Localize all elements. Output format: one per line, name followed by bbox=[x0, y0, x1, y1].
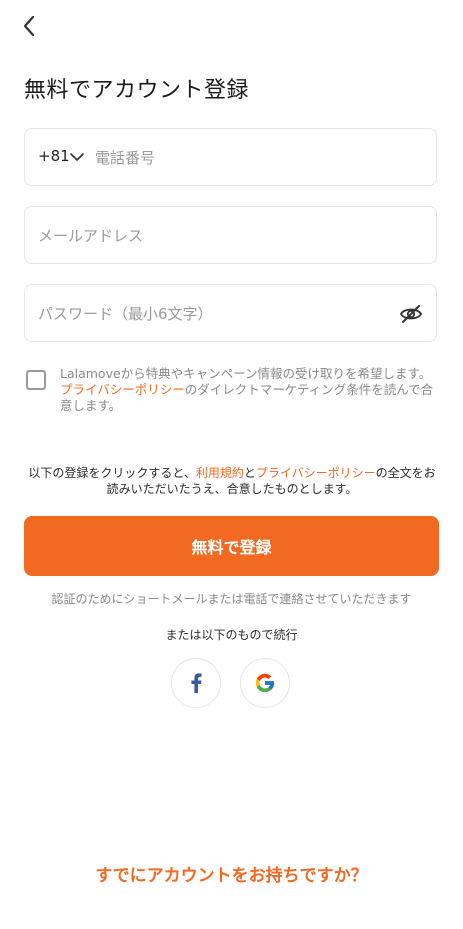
phone-field[interactable]: +81 電話番号 bbox=[24, 128, 437, 186]
email-field[interactable]: メールアドレス bbox=[24, 206, 437, 264]
terms-and: と bbox=[243, 466, 256, 480]
eye-off-icon[interactable] bbox=[399, 303, 423, 325]
password-placeholder: パスワード（最小6文字） bbox=[38, 305, 213, 323]
google-icon bbox=[255, 673, 275, 693]
chevron-down-icon[interactable] bbox=[69, 149, 85, 165]
consent-privacy-link[interactable]: プライバシーポリシー bbox=[60, 382, 185, 397]
terms-of-use-link[interactable]: 利用規約 bbox=[196, 466, 244, 480]
phone-placeholder: 電話番号 bbox=[95, 149, 156, 167]
facebook-login-button[interactable] bbox=[171, 658, 221, 708]
back-button[interactable] bbox=[18, 12, 42, 40]
back-arrow-icon bbox=[23, 15, 35, 37]
facebook-icon bbox=[191, 673, 202, 693]
google-login-button[interactable] bbox=[240, 658, 290, 708]
consent-text-1: Lalamoveから特典やキャンペーン情報の受け取りを希望します。 bbox=[60, 366, 432, 381]
country-code[interactable]: +81 bbox=[38, 147, 70, 165]
marketing-consent-checkbox[interactable] bbox=[26, 370, 46, 390]
terms-notice: 以下の登録をクリックすると、利用規約とプライバシーポリシーの全文をお読みいただい… bbox=[24, 465, 440, 497]
existing-account-link[interactable]: すでにアカウントをお持ちですか？ bbox=[0, 861, 463, 886]
terms-prefix: 以下の登録をクリックすると、 bbox=[28, 466, 196, 480]
signup-button[interactable]: 無料で登録 bbox=[24, 516, 439, 576]
page-title: 無料でアカウント登録 bbox=[24, 78, 250, 103]
terms-privacy-link[interactable]: プライバシーポリシー bbox=[256, 466, 376, 480]
sms-verification-note: 認証のためにショートメールまたは電話で連絡させていただきます bbox=[51, 592, 412, 606]
social-login-heading: または以下のもので続行 bbox=[165, 628, 298, 642]
password-field[interactable]: パスワード（最小6文字） bbox=[24, 284, 437, 342]
marketing-consent-text: Lalamoveから特典やキャンペーン情報の受け取りを希望します。プライバシーポ… bbox=[60, 366, 442, 414]
email-placeholder: メールアドレス bbox=[38, 227, 144, 245]
